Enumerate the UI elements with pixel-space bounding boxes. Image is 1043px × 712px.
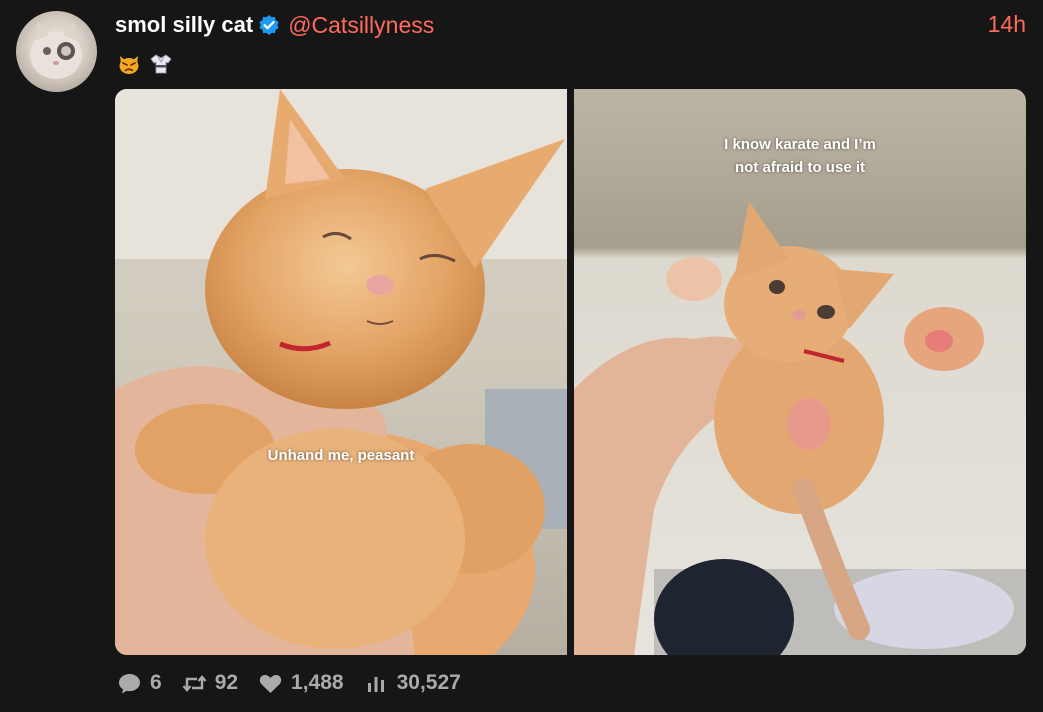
reply-count: 6: [150, 671, 162, 694]
post: smol silly cat @Catsillyness 14h Unhand …: [0, 0, 1043, 712]
bar-chart-icon: [364, 671, 389, 696]
repost-icon: [182, 671, 207, 696]
timestamp[interactable]: 14h: [988, 11, 1026, 38]
karate-gi-emoji-icon: [149, 52, 173, 76]
repost-button[interactable]: 92: [182, 671, 238, 696]
display-name[interactable]: smol silly cat: [115, 12, 253, 38]
repost-count: 92: [214, 671, 239, 694]
photo-caption: Unhand me, peasant: [267, 447, 415, 464]
avatar[interactable]: [16, 11, 97, 92]
media-grid: Unhand me, peasant I know karate and I’m…: [115, 89, 1026, 655]
photo-kitten-held[interactable]: Unhand me, peasant: [115, 89, 567, 655]
caption-line: I know karate and I’m: [724, 136, 876, 153]
photo-kitten-karate[interactable]: I know karate and I’m not afraid to use …: [574, 89, 1026, 655]
bio-emojis: [117, 52, 173, 76]
post-header: smol silly cat @Catsillyness: [115, 10, 434, 40]
views-button[interactable]: 30,527: [364, 671, 461, 696]
cat-angry-emoji-icon: [117, 52, 141, 76]
verified-badge-icon: [258, 14, 280, 36]
view-count: 30,527: [396, 671, 461, 694]
like-count: 1,488: [291, 671, 344, 694]
reply-button[interactable]: 6: [117, 671, 162, 696]
heart-icon: [258, 671, 283, 696]
like-button[interactable]: 1,488: [258, 671, 344, 696]
photo-caption: I know karate and I’m not afraid to use …: [574, 133, 1026, 179]
caption-line: not afraid to use it: [734, 159, 865, 176]
handle[interactable]: @Catsillyness: [288, 12, 434, 39]
action-bar: 6 92 1,488 30,527: [117, 668, 481, 698]
speech-bubble-icon: [117, 671, 142, 696]
